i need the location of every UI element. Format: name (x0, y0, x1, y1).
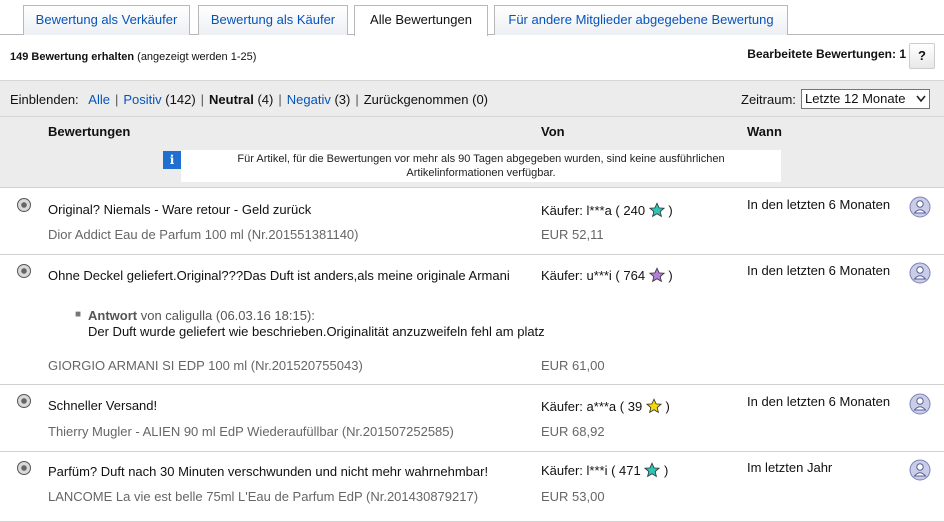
rating-time: In den letzten 6 Monaten (747, 197, 891, 212)
chevron-down-icon (915, 90, 927, 114)
tab-buyer-ratings[interactable]: Bewertung als Käufer (198, 5, 348, 35)
filter-neutral-current: Neutral (209, 92, 254, 107)
buyer-info: Käufer: l***i ( 471 ) (541, 462, 668, 478)
column-when: Wann (747, 124, 782, 139)
buyer-name[interactable]: Käufer: u***i ( 764 (541, 268, 645, 283)
column-ratings: Bewertungen (48, 124, 131, 139)
item-price: EUR 61,00 (541, 358, 605, 373)
rating-time: In den letzten 6 Monaten (747, 263, 891, 278)
buyer-info: Käufer: a***a ( 39 ) (541, 398, 670, 414)
info-band: Für Artikel, für die Bewertungen vor meh… (0, 145, 944, 187)
tab-ratings-given[interactable]: Für andere Mitglieder abgegebene Bewertu… (494, 5, 788, 35)
filter-positive-link[interactable]: Positiv (123, 92, 161, 107)
buyer-info: Käufer: l***a ( 240 ) (541, 202, 673, 218)
filter-negative-link[interactable]: Negativ (287, 92, 331, 107)
item-price: EUR 52,11 (541, 227, 604, 242)
buyer-name[interactable]: Käufer: l***a ( 240 (541, 203, 645, 218)
separator: | (200, 92, 205, 107)
neutral-circle-icon (17, 394, 31, 408)
member-icon[interactable] (909, 459, 931, 481)
buyer-name[interactable]: Käufer: a***a ( 39 (541, 399, 642, 414)
buyer-close: ) (668, 268, 673, 283)
item-title: Dior Addict Eau de Parfum 100 ml (Nr.201… (48, 227, 359, 242)
reply-author: von caligulla (06.03.16 18:15): (140, 308, 315, 323)
list-item: Ohne Deckel geliefert.Original???Das Duf… (0, 254, 944, 384)
filter-withdrawn: Zurückgenommen (0) (363, 92, 489, 107)
list-item: Parfüm? Duft nach 30 Minuten verschwunde… (0, 451, 944, 522)
star-icon (648, 202, 665, 218)
item-title: Thierry Mugler - ALIEN 90 ml EdP Wiedera… (48, 424, 454, 439)
column-from: Von (541, 124, 565, 139)
separator: | (278, 92, 282, 107)
info-line-1: Für Artikel, für die Bewertungen vor meh… (237, 153, 725, 165)
help-button[interactable]: ? (909, 43, 935, 69)
member-icon[interactable] (909, 262, 931, 284)
neutral-count: (4) (257, 92, 274, 107)
item-title: LANCOME La vie est belle 75ml L'Eau de P… (48, 489, 479, 504)
buyer-close: ) (663, 463, 669, 478)
filter-label: Einblenden: (10, 92, 79, 107)
buyer-name[interactable]: Käufer: l***i ( 471 (541, 463, 641, 478)
star-icon (648, 267, 665, 283)
period-label: Zeitraum: (741, 92, 796, 107)
filter-all-link[interactable]: Alle (88, 92, 110, 107)
ratings-count: 149 Bewertung erhalten (10, 51, 135, 63)
period-value: Letzte 12 Monate (805, 91, 906, 106)
star-icon (645, 398, 662, 414)
buyer-info: Käufer: u***i ( 764 ) (541, 267, 673, 283)
rating-comment: Original? Niemals - Ware retour - Geld z… (48, 202, 312, 217)
star-icon (644, 462, 661, 478)
item-price: EUR 68,92 (541, 424, 605, 439)
neutral-circle-icon (17, 198, 31, 212)
separator: | (114, 92, 119, 107)
item-title: GIORGIO ARMANI SI EDP 100 ml (Nr.2015207… (48, 358, 363, 373)
rating-time: In den letzten 6 Monaten (747, 394, 891, 409)
tab-seller-ratings[interactable]: Bewertung als Verkäufer (23, 5, 190, 35)
info-message: Für Artikel, für die Bewertungen vor meh… (181, 150, 781, 182)
edited-ratings-count: Bearbeitete Bewertungen: 1 (747, 47, 906, 61)
ratings-shown-range: (angezeigt werden 1-25) (137, 51, 257, 63)
rating-comment: Schneller Versand! (48, 398, 158, 413)
separator: | (355, 92, 359, 107)
table-header: Bewertungen Von Wann (0, 116, 944, 145)
neutral-circle-icon (17, 461, 31, 475)
rating-time: Im letzten Jahr (747, 460, 833, 475)
seller-reply: ■ Antwort von caligulla (06.03.16 18:15)… (75, 308, 545, 339)
buyer-close: ) (668, 203, 673, 218)
positive-count: (142) (165, 92, 196, 107)
buyer-close: ) (665, 399, 670, 414)
info-icon: i (163, 151, 181, 169)
neutral-circle-icon (17, 264, 31, 278)
tab-bar: Bewertung als Verkäufer Bewertung als Kä… (0, 0, 944, 36)
rating-comment: Parfüm? Duft nach 30 Minuten verschwunde… (48, 464, 489, 479)
filter-links: Einblenden: Alle | Positiv (142) | Neutral (… (10, 92, 488, 107)
list-item: Schneller Versand! Thierry Mugler - ALIE… (0, 384, 944, 451)
member-icon[interactable] (909, 393, 931, 415)
ratings-summary: 149 Bewertung erhalten (angezeigt werden… (10, 51, 256, 63)
tab-all-ratings[interactable]: Alle Bewertungen (354, 5, 488, 36)
period-select[interactable]: Letzte 12 Monate (801, 89, 930, 109)
negative-count: (3) (334, 92, 351, 107)
reply-text: Der Duft wurde geliefert wie beschrieben… (88, 324, 545, 339)
rating-comment: Ohne Deckel geliefert.Original???Das Duf… (48, 268, 510, 283)
bullet-icon: ■ (75, 309, 82, 320)
item-price: EUR 53,00 (541, 489, 605, 504)
reply-label: Antwort (88, 308, 138, 323)
info-line-2: Artikelinformationen verfügbar. (406, 167, 556, 179)
filter-bar: Einblenden: Alle | Positiv (142) | Neutral (… (0, 80, 944, 116)
list-item: Original? Niemals - Ware retour - Geld z… (0, 187, 944, 254)
member-icon[interactable] (909, 196, 931, 218)
